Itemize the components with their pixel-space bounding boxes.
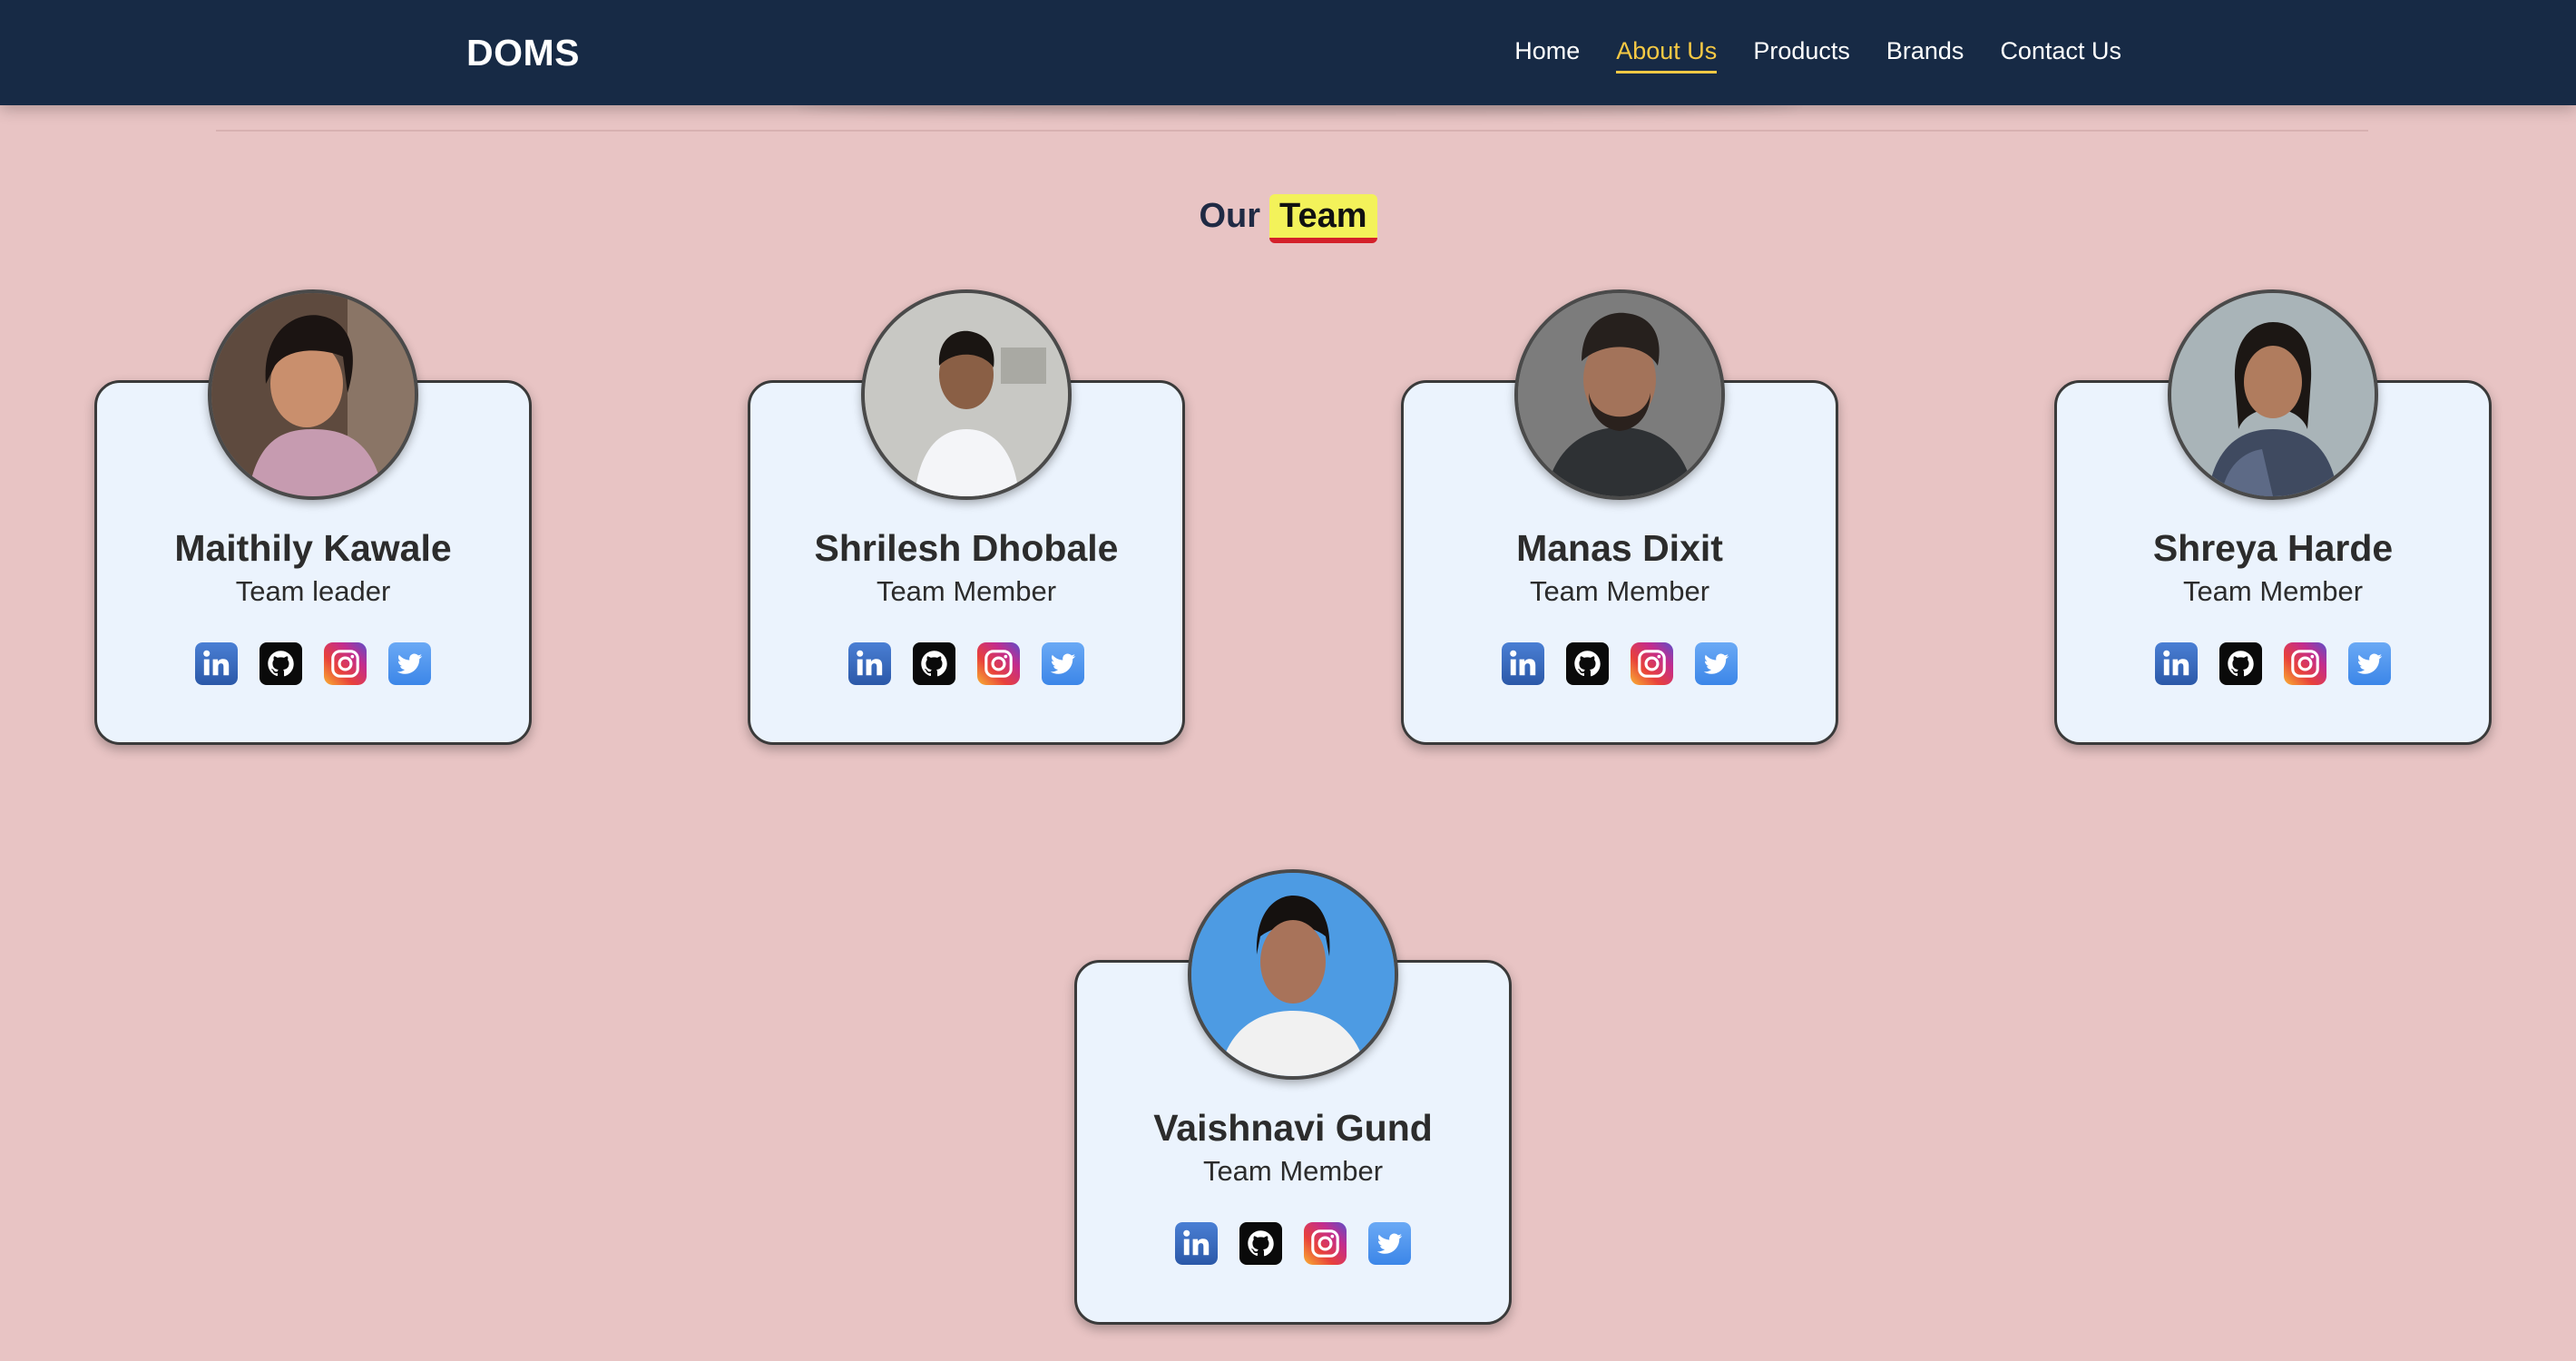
linkedin-icon[interactable]	[1502, 642, 1544, 685]
instagram-icon[interactable]	[1304, 1222, 1347, 1265]
github-icon[interactable]	[2219, 642, 2262, 685]
member-role: Team leader	[235, 575, 391, 607]
social-links	[750, 642, 1182, 685]
heading-highlight: Team	[1269, 194, 1377, 243]
social-links	[97, 642, 529, 685]
github-icon[interactable]	[1566, 642, 1609, 685]
section-heading: Our Team	[0, 189, 2576, 243]
avatar	[208, 289, 418, 500]
twitter-icon[interactable]	[2348, 642, 2391, 685]
team-card: Manas Dixit Team Member	[1401, 289, 1838, 745]
twitter-icon[interactable]	[1695, 642, 1738, 685]
member-role: Team Member	[1202, 1155, 1384, 1187]
github-icon[interactable]	[1239, 1222, 1282, 1265]
member-role: Team Member	[876, 575, 1057, 607]
section-divider	[216, 130, 2368, 132]
instagram-icon[interactable]	[1631, 642, 1673, 685]
github-icon[interactable]	[913, 642, 955, 685]
nav-home-link[interactable]: Home	[1514, 34, 1580, 73]
twitter-icon[interactable]	[388, 642, 431, 685]
social-links	[2057, 642, 2489, 685]
nav-contact-us-link[interactable]: Contact Us	[2000, 34, 2121, 73]
nav-about-us-link[interactable]: About Us	[1616, 34, 1718, 73]
avatar	[861, 289, 1072, 500]
avatar	[1514, 289, 1725, 500]
social-links	[1077, 1222, 1509, 1265]
github-icon[interactable]	[260, 642, 302, 685]
nav-brands-link[interactable]: Brands	[1886, 34, 1964, 73]
nav-products-link[interactable]: Products	[1753, 34, 1850, 73]
member-name: Vaishnavi Gund	[1153, 1107, 1433, 1149]
linkedin-icon[interactable]	[195, 642, 238, 685]
heading-prefix: Our	[1199, 197, 1261, 235]
member-name: Maithily Kawale	[174, 527, 452, 569]
social-links	[1404, 642, 1836, 685]
twitter-icon[interactable]	[1042, 642, 1084, 685]
nav-links: Home About Us Products Brands Contact Us	[1514, 34, 2121, 73]
brand-logo[interactable]: DOMS	[466, 31, 580, 74]
team-card: Vaishnavi Gund Team Member	[1074, 869, 1512, 1325]
instagram-icon[interactable]	[324, 642, 367, 685]
instagram-icon[interactable]	[2284, 642, 2326, 685]
team-card: Shreya Harde Team Member	[2054, 289, 2492, 745]
twitter-icon[interactable]	[1368, 1222, 1411, 1265]
member-name: Shreya Harde	[2152, 527, 2394, 569]
linkedin-icon[interactable]	[848, 642, 891, 685]
avatar	[2168, 289, 2378, 500]
member-role: Team Member	[1529, 575, 1710, 607]
linkedin-icon[interactable]	[2155, 642, 2198, 685]
member-name: Shrilesh Dhobale	[814, 527, 1119, 569]
member-role: Team Member	[2182, 575, 2364, 607]
instagram-icon[interactable]	[977, 642, 1020, 685]
team-card: Maithily Kawale Team leader	[94, 289, 532, 745]
team-card: Shrilesh Dhobale Team Member	[748, 289, 1185, 745]
member-name: Manas Dixit	[1516, 527, 1723, 569]
linkedin-icon[interactable]	[1175, 1222, 1218, 1265]
avatar	[1188, 869, 1398, 1080]
navbar: DOMS Home About Us Products Brands Conta…	[0, 0, 2576, 105]
